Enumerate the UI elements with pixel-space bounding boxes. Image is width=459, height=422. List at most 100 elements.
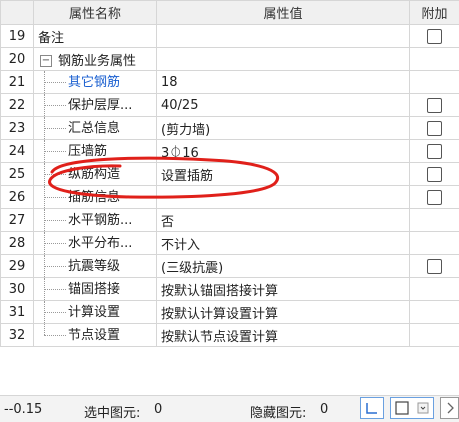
row-number: 26: [1, 186, 34, 209]
next-button[interactable]: [440, 397, 459, 419]
property-name-label: 保护层厚...: [68, 98, 132, 113]
row-number: 25: [1, 163, 34, 186]
extra-cell: [410, 301, 459, 324]
property-name-label: 抗震等级: [68, 259, 120, 274]
property-name[interactable]: 压墙筋: [34, 140, 157, 163]
tree-connector: [38, 94, 68, 116]
extra-cell: [410, 324, 459, 347]
row-number: 31: [1, 301, 34, 324]
property-value[interactable]: 18: [157, 71, 410, 94]
property-value[interactable]: 按默认节点设置计算: [157, 324, 410, 347]
property-name[interactable]: 水平钢筋...: [34, 209, 157, 232]
property-name[interactable]: 抗震等级: [34, 255, 157, 278]
tree-connector: [38, 71, 68, 93]
row-number: 24: [1, 140, 34, 163]
tree-connector: [38, 324, 68, 346]
property-value[interactable]: 设置插筋: [157, 163, 410, 186]
tree-connector: [38, 186, 68, 208]
row-number: 22: [1, 94, 34, 117]
extra-cell: [410, 186, 459, 209]
property-name-label: 纵筋构造: [68, 167, 120, 182]
tree-connector: [38, 163, 68, 185]
property-name[interactable]: 保护层厚...: [34, 94, 157, 117]
extra-cell: [410, 232, 459, 255]
header-row: 属性名称 属性值 附加: [1, 1, 459, 25]
property-value[interactable]: [157, 186, 410, 209]
property-name[interactable]: 锚固搭接: [34, 278, 157, 301]
chevron-right-icon: [441, 398, 459, 418]
row-number: 20: [1, 48, 34, 71]
extra-checkbox[interactable]: [427, 121, 442, 136]
extra-checkbox[interactable]: [427, 29, 442, 44]
property-name-label: 汇总信息: [68, 121, 120, 136]
header-extra[interactable]: 附加: [410, 1, 459, 25]
extra-checkbox[interactable]: [427, 167, 442, 182]
row-number: 27: [1, 209, 34, 232]
property-name[interactable]: 其它钢筋: [34, 71, 157, 94]
property-value[interactable]: 按默认计算设置计算: [157, 301, 410, 324]
table-row[interactable]: 22 保护层厚... 40/25: [1, 94, 459, 117]
extra-checkbox[interactable]: [427, 259, 442, 274]
tree-connector: [38, 209, 68, 231]
tree-connector: [38, 278, 68, 300]
extra-checkbox[interactable]: [427, 190, 442, 205]
extra-cell: [410, 94, 459, 117]
table-row[interactable]: 19 备注: [1, 25, 459, 48]
table-row[interactable]: 30 锚固搭接 按默认锚固搭接计算: [1, 278, 459, 301]
property-value[interactable]: 按默认锚固搭接计算: [157, 278, 410, 301]
property-value[interactable]: 3⏀16: [157, 140, 410, 163]
property-name[interactable]: 计算设置: [34, 301, 157, 324]
tree-connector: [38, 301, 68, 323]
table-row[interactable]: 25 纵筋构造 设置插筋: [1, 163, 459, 186]
table-row[interactable]: 27 水平钢筋... 否: [1, 209, 459, 232]
header-name[interactable]: 属性名称: [34, 1, 157, 25]
table-row[interactable]: 23 汇总信息 (剪力墙): [1, 117, 459, 140]
property-name-label: 节点设置: [68, 328, 120, 343]
hidden-label: 隐藏图元:: [250, 402, 306, 421]
hidden-count: 0: [320, 402, 328, 417]
extra-cell: [410, 25, 459, 48]
property-value[interactable]: [157, 25, 410, 48]
row-number: 29: [1, 255, 34, 278]
row-number: 32: [1, 324, 34, 347]
collapse-icon[interactable]: −: [40, 55, 52, 67]
property-value[interactable]: (三级抗震): [157, 255, 410, 278]
row-number: 23: [1, 117, 34, 140]
property-group[interactable]: −钢筋业务属性: [34, 48, 157, 71]
row-number: 30: [1, 278, 34, 301]
table-row[interactable]: 28 水平分布... 不计入: [1, 232, 459, 255]
table-row[interactable]: 29 抗震等级 (三级抗震): [1, 255, 459, 278]
extra-checkbox[interactable]: [427, 144, 442, 159]
table-row[interactable]: 31 计算设置 按默认计算设置计算: [1, 301, 459, 324]
header-value[interactable]: 属性值: [157, 1, 410, 25]
property-name[interactable]: 纵筋构造: [34, 163, 157, 186]
property-name[interactable]: 节点设置: [34, 324, 157, 347]
extra-cell: [410, 117, 459, 140]
property-name[interactable]: 备注: [34, 25, 157, 48]
extra-cell: [410, 255, 459, 278]
property-name[interactable]: 水平分布...: [34, 232, 157, 255]
table-row[interactable]: 21 其它钢筋 18: [1, 71, 459, 94]
table-row[interactable]: 26 插筋信息: [1, 186, 459, 209]
property-name-label: 压墙筋: [68, 144, 107, 159]
property-name-label: 计算设置: [68, 305, 120, 320]
table-row[interactable]: 20 −钢筋业务属性: [1, 48, 459, 71]
tree-connector: [38, 232, 68, 254]
table-row[interactable]: 32 节点设置 按默认节点设置计算: [1, 324, 459, 347]
property-value[interactable]: 否: [157, 209, 410, 232]
snap-toggle-button[interactable]: [360, 397, 384, 419]
tree-connector: [38, 255, 68, 277]
property-value[interactable]: (剪力墙): [157, 117, 410, 140]
property-group-label: 钢筋业务属性: [58, 54, 136, 69]
property-name[interactable]: 插筋信息: [34, 186, 157, 209]
table-row[interactable]: 24 压墙筋 3⏀16: [1, 140, 459, 163]
extra-checkbox[interactable]: [427, 98, 442, 113]
property-value[interactable]: 40/25: [157, 94, 410, 117]
property-name-label: 其它钢筋: [68, 75, 120, 90]
property-name[interactable]: 汇总信息: [34, 117, 157, 140]
row-number: 21: [1, 71, 34, 94]
coordinate-readout: --0.15: [4, 402, 42, 417]
select-mode-dropdown[interactable]: [390, 397, 434, 419]
tree-connector: [38, 117, 68, 139]
property-value[interactable]: 不计入: [157, 232, 410, 255]
